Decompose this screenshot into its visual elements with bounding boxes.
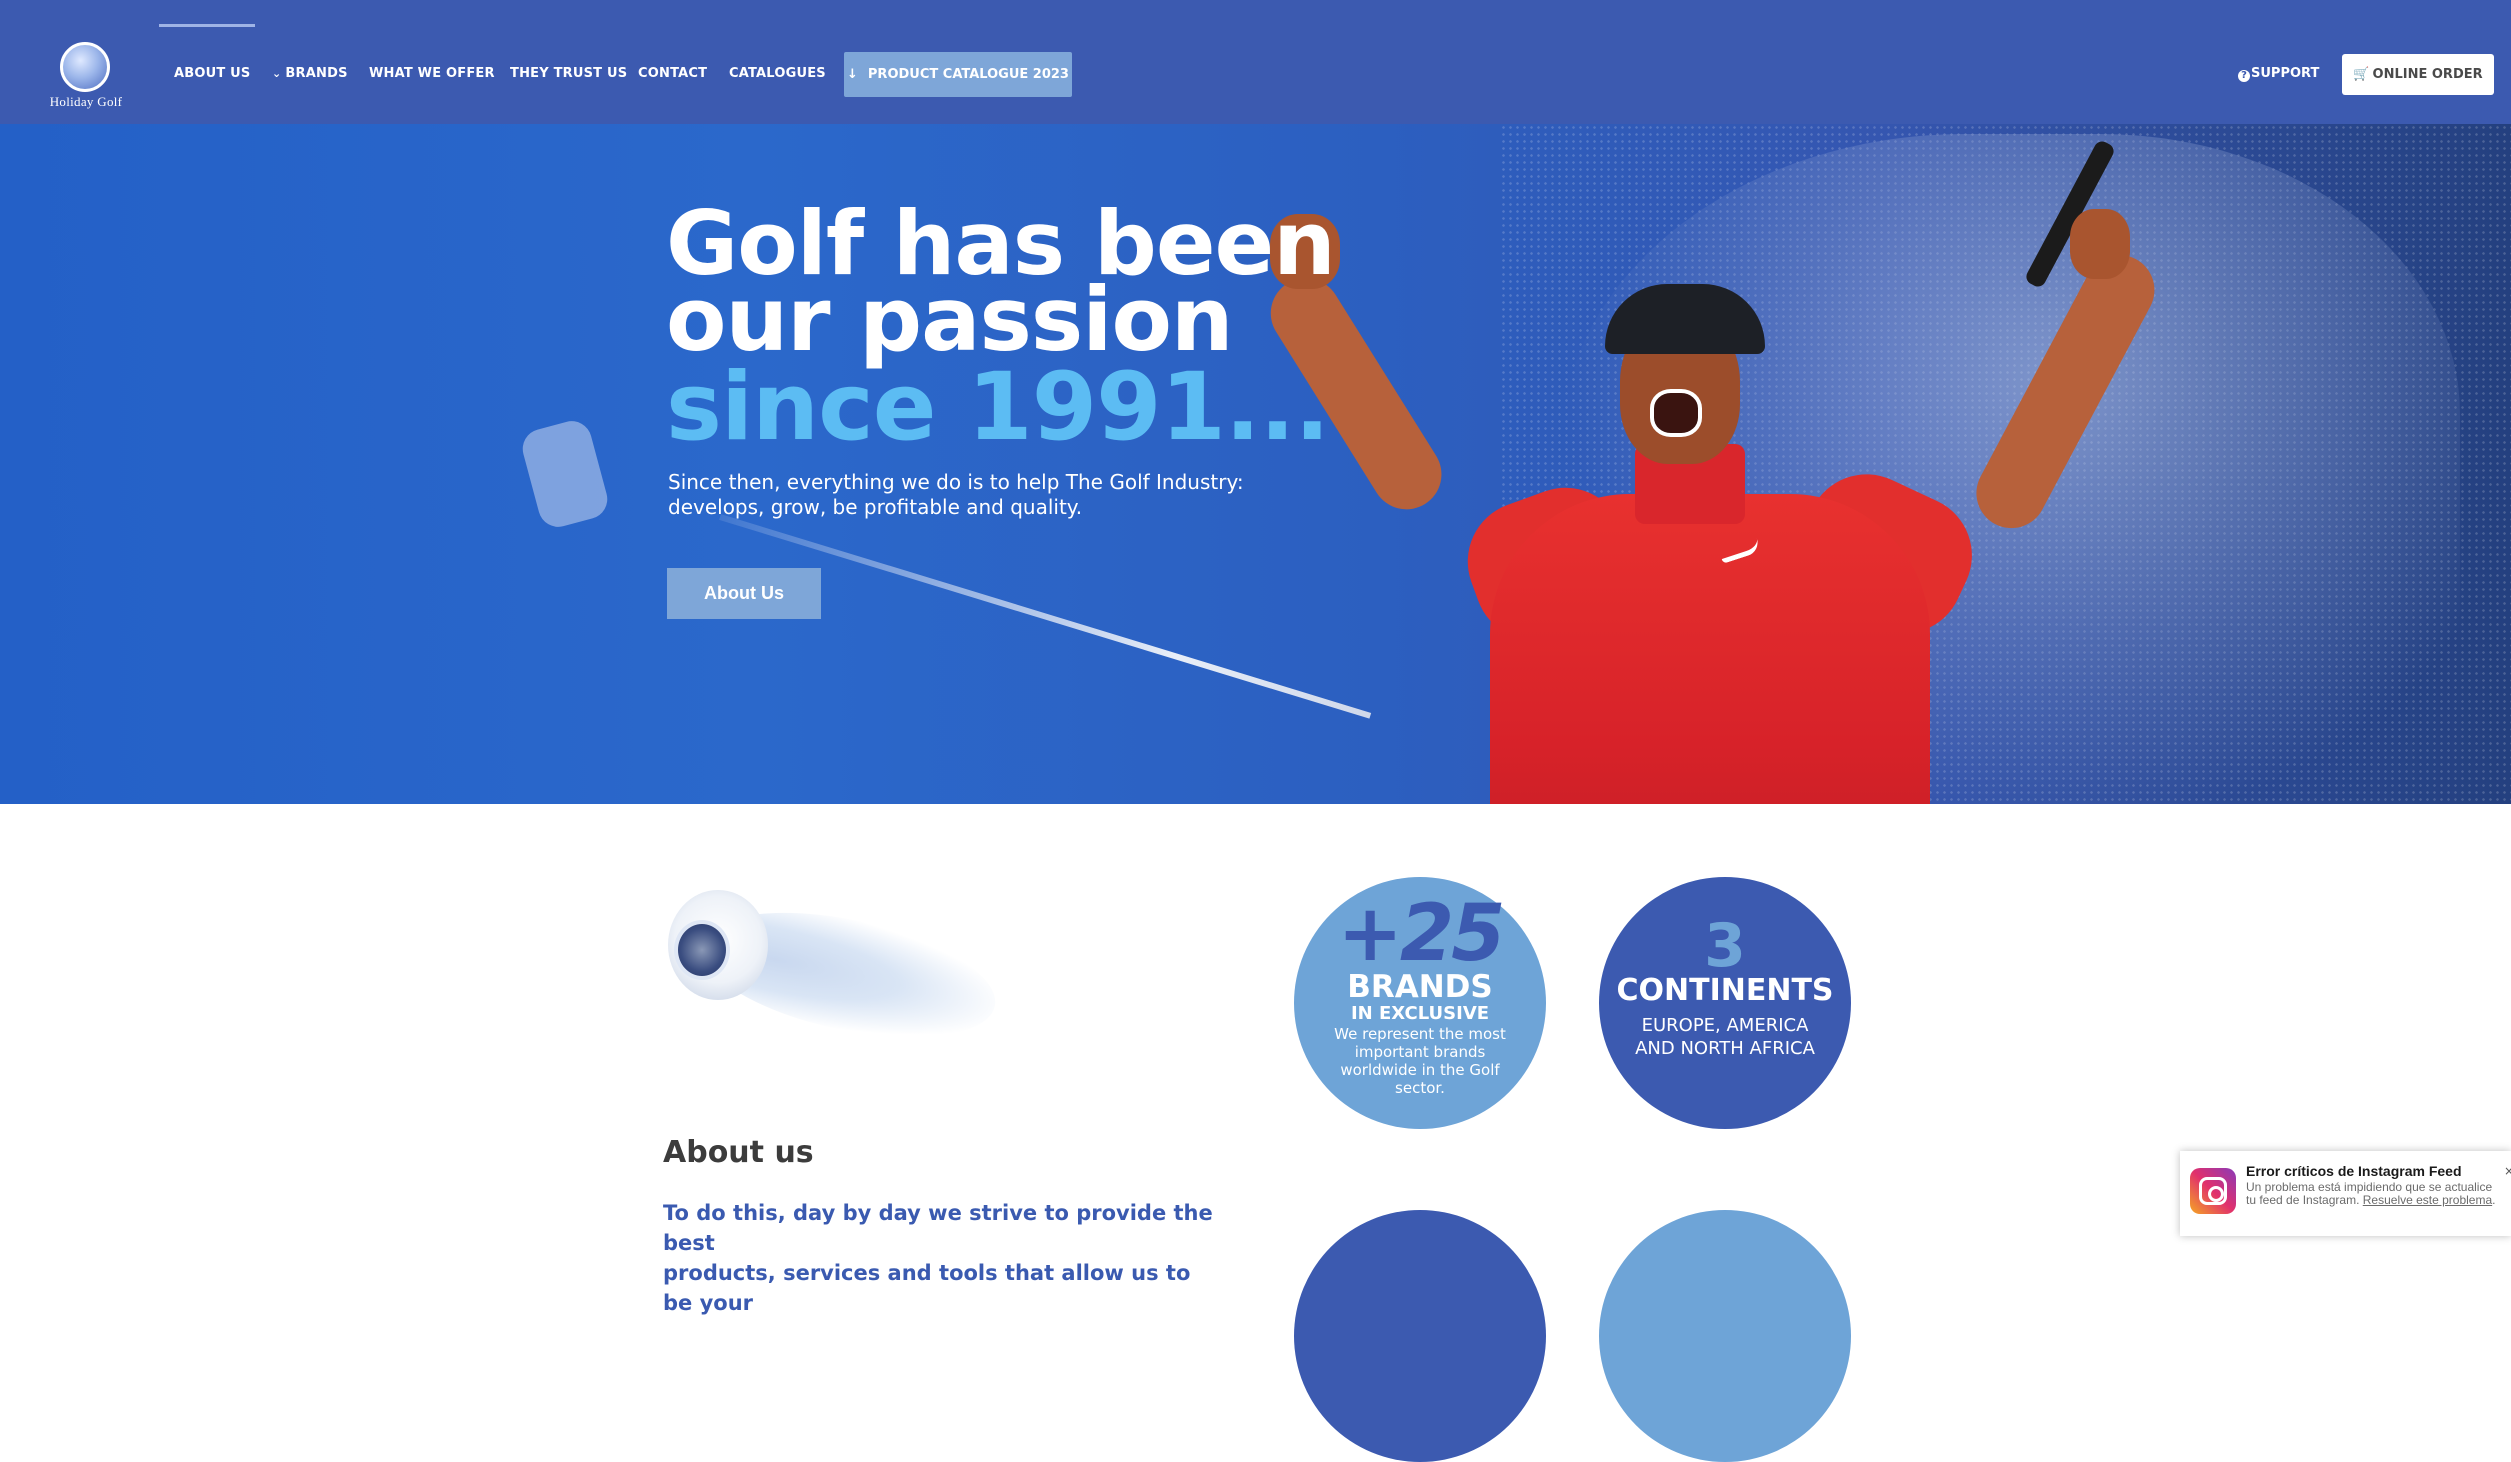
- question-circle-icon: ?: [2238, 69, 2250, 82]
- logo[interactable]: Holiday Golf: [38, 42, 134, 112]
- online-order-button[interactable]: 🛒 ONLINE ORDER: [2342, 54, 2494, 95]
- chevron-down-icon: ⌄: [272, 67, 282, 80]
- arrow-down-icon: ↓: [847, 67, 858, 82]
- about-us-text-line1: To do this, day by day we strive to prov…: [663, 1201, 1213, 1255]
- hero-banner: Golf has been our passion since 1991... …: [0, 124, 2511, 804]
- instagram-icon-ring: [2199, 1177, 2227, 1205]
- about-us-text-line2: products, services and tools that allow …: [663, 1261, 1191, 1315]
- brands-stat-description: We represent the most important brands w…: [1334, 1025, 1506, 1097]
- about-us-text: To do this, day by day we strive to prov…: [663, 1198, 1223, 1318]
- nav-item-brands[interactable]: ⌄ BRANDS: [272, 66, 348, 81]
- about-us-heading: About us: [663, 1135, 814, 1170]
- online-order-label: ONLINE ORDER: [2372, 67, 2483, 82]
- golfer-mouth: [1650, 389, 1702, 437]
- golfer-right-fist: [2070, 209, 2130, 279]
- golfer-cap: [1605, 284, 1765, 354]
- about-us-button[interactable]: About Us: [667, 568, 821, 619]
- nav-item-what-we-offer[interactable]: WHAT WE OFFER: [369, 66, 495, 81]
- hero-subtitle-line1: Since then, everything we do is to help …: [668, 470, 1244, 494]
- hero-title-accent: since 1991...: [666, 353, 1330, 462]
- instagram-error-notification: Error críticos de Instagram Feed Un prob…: [2180, 1151, 2511, 1236]
- continents-stat-description: EUROPE, AMERICA AND NORTH AFRICA: [1619, 1014, 1831, 1060]
- active-nav-indicator: [159, 24, 255, 27]
- close-icon[interactable]: ×: [2504, 1164, 2511, 1178]
- logo-text: Holiday Golf: [49, 94, 123, 109]
- continents-stat-description-line2: AND NORTH AFRICA: [1635, 1038, 1815, 1059]
- support-link[interactable]: ? SUPPORT: [2238, 66, 2319, 82]
- brands-stat-sublabel: IN EXCLUSIVE: [1350, 1003, 1490, 1024]
- nav-item-about-us[interactable]: ABOUT US: [174, 66, 251, 81]
- product-catalogue-label: PRODUCT CATALOGUE 2023: [867, 67, 1069, 82]
- celebrating-golfer-image: [1240, 204, 2167, 804]
- nav-item-contact[interactable]: CONTACT: [638, 66, 707, 81]
- nav-item-catalogues[interactable]: CATALOGUES: [729, 66, 826, 81]
- continents-stat-description-line1: EUROPE, AMERICA: [1641, 1015, 1809, 1036]
- notification-body-period: .: [2492, 1193, 2496, 1207]
- club-head-image: [518, 416, 612, 532]
- nav-item-brands-label: BRANDS: [285, 66, 348, 81]
- brands-stat-label: BRANDS: [1347, 969, 1493, 1005]
- support-label: SUPPORT: [2251, 66, 2320, 81]
- cart-icon: 🛒: [2353, 67, 2370, 82]
- product-catalogue-button[interactable]: ↓ PRODUCT CATALOGUE 2023: [844, 52, 1072, 97]
- logo-globe-icon: [60, 42, 110, 92]
- continents-stat-label: CONTINENTS: [1616, 973, 1834, 1008]
- top-navbar: Holiday Golf ABOUT US ⌄ BRANDS WHAT WE OF…: [0, 0, 2511, 124]
- brands-stat-circle: +25 BRANDS IN EXCLUSIVE We represent the…: [1294, 877, 1546, 1129]
- hero-subtitle: Since then, everything we do is to help …: [668, 470, 1288, 520]
- resolve-problem-link[interactable]: Resuelve este problema: [2363, 1193, 2492, 1207]
- brands-stat-number: +25: [1337, 889, 1506, 979]
- golf-ball-logo-icon: [674, 920, 730, 980]
- notification-body: Un problema está impidiendo que se actua…: [2246, 1181, 2496, 1207]
- continents-stat-number: 3: [1704, 911, 1746, 981]
- stat-circle-partial-2: [1599, 1210, 1851, 1462]
- golf-ball-image: [668, 880, 1007, 1070]
- instagram-icon: [2190, 1168, 2236, 1214]
- golfer-red-shirt: [1490, 494, 1930, 804]
- nav-item-they-trust-us[interactable]: THEY TRUST US: [510, 66, 627, 81]
- notification-title: Error críticos de Instagram Feed: [2246, 1163, 2462, 1179]
- hero-subtitle-line2: develops, grow, be profitable and qualit…: [668, 495, 1083, 519]
- hero-title: Golf has been our passion since 1991...: [666, 200, 1336, 462]
- continents-stat-circle: 3 CONTINENTS EUROPE, AMERICA AND NORTH A…: [1599, 877, 1851, 1129]
- stat-circle-partial-1: [1294, 1210, 1546, 1462]
